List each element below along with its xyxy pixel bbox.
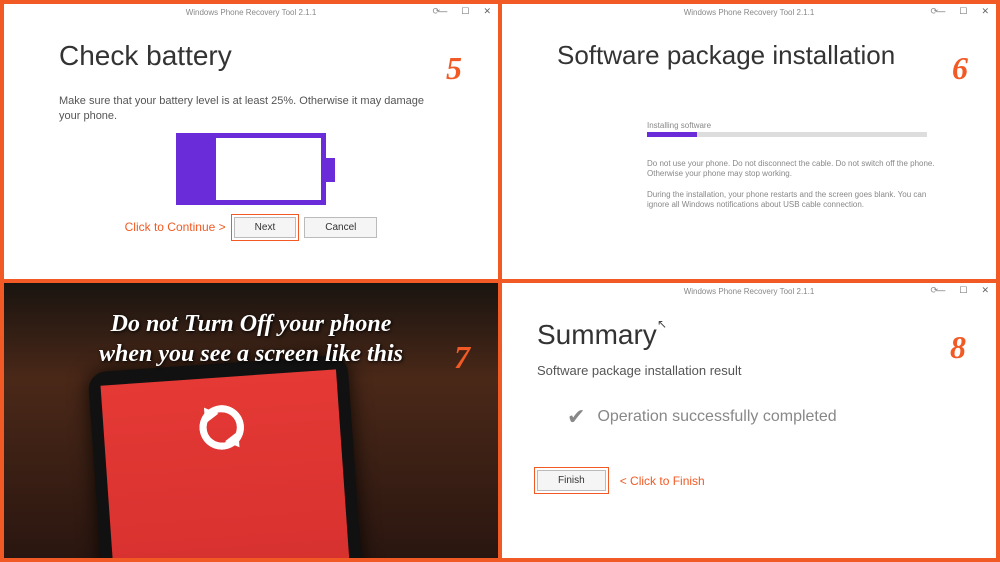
close-icon[interactable]: ✕ — [480, 6, 494, 17]
finish-button[interactable]: Finish — [537, 470, 606, 491]
next-button[interactable]: Next — [234, 217, 297, 238]
minimize-icon[interactable]: — — [933, 285, 948, 296]
refresh-icon — [192, 398, 252, 458]
minimize-icon[interactable]: — — [435, 6, 450, 17]
window-titlebar: Windows Phone Recovery Tool 2.1.1 ⟳ — ☐ … — [4, 4, 498, 20]
window-titlebar: Windows Phone Recovery Tool 2.1.1 ⟳ — ☐ … — [502, 283, 996, 299]
page-title: Check battery — [59, 40, 443, 72]
cancel-button[interactable]: Cancel — [304, 217, 377, 238]
step-badge: 7 — [454, 339, 470, 376]
cursor-icon: ↖ — [657, 317, 667, 331]
panel-summary: Windows Phone Recovery Tool 2.1.1 ⟳ — ☐ … — [502, 283, 996, 558]
window-title: Windows Phone Recovery Tool 2.1.1 — [684, 8, 815, 17]
success-text: Operation successfully completed — [597, 408, 836, 426]
battery-icon — [176, 133, 326, 205]
window-title: Windows Phone Recovery Tool 2.1.1 — [186, 8, 317, 17]
minimize-icon[interactable]: — — [933, 6, 948, 17]
caption-line-1: Do not Turn Off your phone — [111, 311, 392, 337]
panel-software-installation: Windows Phone Recovery Tool 2.1.1 ⟳ — ☐ … — [502, 4, 996, 279]
page-description: Make sure that your battery level is at … — [59, 94, 439, 125]
window-titlebar: Windows Phone Recovery Tool 2.1.1 ⟳ — ☐ … — [502, 4, 996, 20]
phone-screen — [101, 369, 366, 558]
phone-device — [88, 355, 381, 558]
window-title: Windows Phone Recovery Tool 2.1.1 — [684, 287, 815, 296]
success-row: ✔ Operation successfully completed — [567, 404, 961, 430]
caption-line-2: when you see a screen like this — [99, 341, 403, 367]
finish-hint: < Click to Finish — [620, 474, 705, 488]
page-title: Summary — [537, 319, 961, 351]
step-badge: 5 — [446, 50, 462, 87]
overlay-caption: Do not Turn Off your phone when you see … — [4, 309, 498, 369]
close-icon[interactable]: ✕ — [978, 6, 992, 17]
step-badge: 8 — [950, 329, 966, 366]
maximize-icon[interactable]: ☐ — [956, 6, 970, 17]
step-badge: 6 — [952, 50, 968, 87]
progress-fill — [647, 132, 697, 137]
close-icon[interactable]: ✕ — [978, 285, 992, 296]
page-title: Software package installation — [557, 40, 941, 71]
page-subtitle: Software package installation result — [537, 363, 961, 378]
continue-hint: Click to Continue > — [125, 220, 226, 234]
progress-bar — [647, 132, 927, 137]
maximize-icon[interactable]: ☐ — [458, 6, 472, 17]
warning-note-2: During the installation, your phone rest… — [647, 190, 941, 211]
battery-fill — [181, 138, 216, 200]
panel-check-battery: Windows Phone Recovery Tool 2.1.1 ⟳ — ☐ … — [4, 4, 498, 279]
progress-label: Installing software — [647, 121, 941, 130]
warning-note-1: Do not use your phone. Do not disconnect… — [647, 159, 941, 180]
checkmark-icon: ✔ — [567, 404, 585, 430]
panel-phone-photo: 7 Do not Turn Off your phone when you se… — [4, 283, 498, 558]
maximize-icon[interactable]: ☐ — [956, 285, 970, 296]
